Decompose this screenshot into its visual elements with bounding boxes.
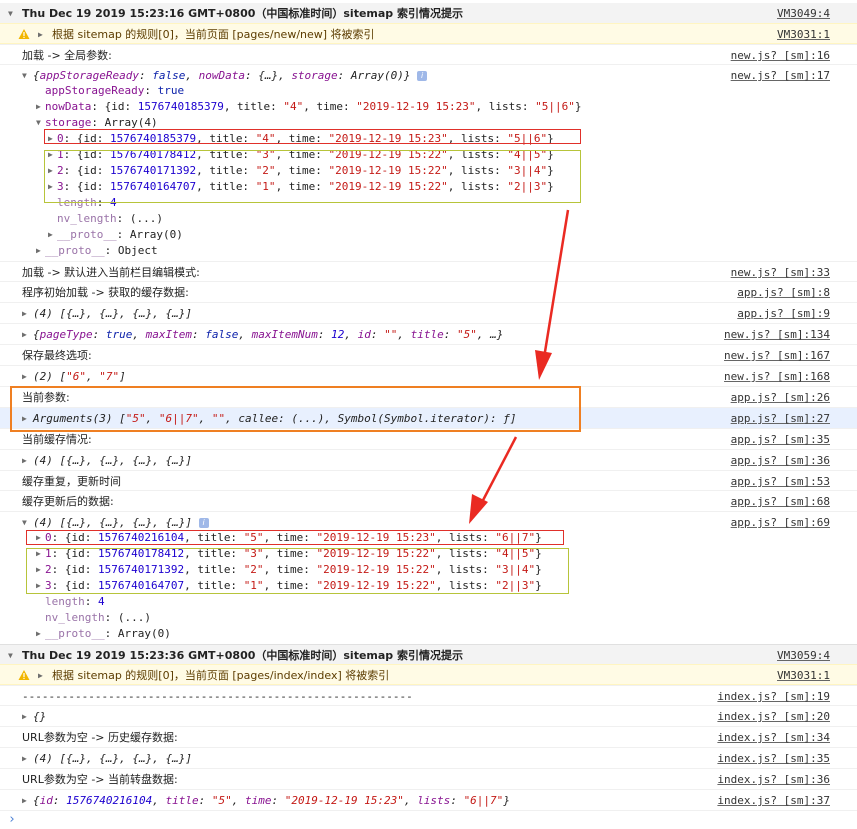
log-line: 加载 -> 全局参数: new.js? [sm]:16 [0, 44, 857, 65]
object-summary[interactable]: ▶ (4) [{…}, {…}, {…}, {…}] index.js? [sm… [0, 747, 857, 768]
log-text: 缓存更新后的数据: [22, 495, 114, 508]
expand-triangle-icon[interactable]: ▶ [22, 450, 27, 471]
log-line: URL参数为空 -> 当前转盘数据: index.js? [sm]:36 [0, 768, 857, 789]
object-summary[interactable]: ▶ (4) [{…}, {…}, {…}, {…}] app.js? [sm]:… [0, 449, 857, 470]
group-title: Thu Dec 19 2019 15:23:16 GMT+0800（中国标准时间… [22, 7, 464, 20]
object-preview: {id: 1576740216104, title: "5", time: "2… [33, 794, 510, 807]
property-row[interactable]: ▶ __proto__: Object [0, 240, 857, 261]
log-text: 保存最终选项: [22, 349, 92, 362]
log-line: 程序初始加载 -> 获取的缓存数据: app.js? [sm]:8 [0, 281, 857, 302]
log-text: URL参数为空 -> 当前转盘数据: [22, 773, 178, 786]
source-link[interactable]: VM3031:1 [777, 665, 830, 686]
source-link[interactable]: new.js? [sm]:168 [724, 366, 830, 387]
group-title: Thu Dec 19 2019 15:23:36 GMT+0800（中国标准时间… [22, 649, 464, 662]
log-text: ----------------------------------------… [22, 690, 413, 703]
log-line: ----------------------------------------… [0, 685, 857, 706]
source-link[interactable]: VM3031:1 [777, 24, 830, 45]
source-link[interactable]: app.js? [sm]:35 [731, 429, 830, 450]
log-text: 当前参数: [22, 391, 70, 404]
object-preview: {} [33, 710, 47, 723]
log-line: 保存最终选项: new.js? [sm]:167 [0, 344, 857, 365]
expand-triangle-icon[interactable]: ▶ [22, 366, 27, 387]
console-warning[interactable]: ▶ 根据 sitemap 的规则[0]，当前页面 [pages/new/new]… [0, 23, 857, 44]
log-text: 缓存重复，更新时间 [22, 475, 121, 488]
object-summary[interactable]: ▶ Arguments(3) ["5", "6||7", "", callee:… [0, 407, 857, 428]
warning-icon [18, 29, 30, 39]
console-group-header[interactable]: ▼ Thu Dec 19 2019 15:23:36 GMT+0800（中国标准… [0, 644, 857, 665]
collapse-triangle-icon[interactable]: ▼ [8, 645, 13, 666]
object-preview: Arguments(3) ["5", "6||7", "", callee: (… [33, 412, 517, 425]
log-line: 当前缓存情况: app.js? [sm]:35 [0, 428, 857, 449]
source-link[interactable]: index.js? [sm]:35 [717, 748, 830, 769]
object-summary[interactable]: ▶ {id: 1576740216104, title: "5", time: … [0, 789, 857, 810]
source-link[interactable]: app.js? [sm]:27 [731, 408, 830, 429]
log-text: URL参数为空 -> 历史缓存数据: [22, 731, 178, 744]
object-preview: (4) [{…}, {…}, {…}, {…}] [33, 752, 192, 765]
source-link[interactable]: app.js? [sm]:68 [731, 491, 830, 512]
warning-icon [18, 670, 30, 680]
console-warning[interactable]: ▶ 根据 sitemap 的规则[0]，当前页面 [pages/index/in… [0, 664, 857, 685]
log-text: 加载 -> 默认进入当前栏目编辑模式: [22, 266, 200, 279]
property-row[interactable]: ▶ __proto__: Array(0) [0, 623, 857, 644]
log-line: 缓存更新后的数据: app.js? [sm]:68 [0, 490, 857, 511]
console-group-header[interactable]: ▼ Thu Dec 19 2019 15:23:16 GMT+0800（中国标准… [0, 3, 857, 24]
object-preview: (4) [{…}, {…}, {…}, {…}] [33, 307, 192, 320]
source-link[interactable]: index.js? [sm]:34 [717, 727, 830, 748]
log-line: 加载 -> 默认进入当前栏目编辑模式: new.js? [sm]:33 [0, 261, 857, 282]
source-link[interactable]: new.js? [sm]:167 [724, 345, 830, 366]
source-link[interactable]: index.js? [sm]:19 [717, 686, 830, 707]
expand-triangle-icon[interactable]: ▶ [22, 408, 27, 429]
log-text: 加载 -> 全局参数: [22, 49, 112, 62]
console-prompt[interactable]: › [0, 810, 857, 829]
expand-triangle-icon[interactable]: ▶ [38, 665, 43, 686]
expand-triangle-icon[interactable]: ▶ [22, 706, 27, 727]
prompt-chevron-icon: › [8, 812, 16, 827]
expand-triangle-icon[interactable]: ▶ [22, 790, 27, 811]
source-link[interactable]: app.js? [sm]:8 [737, 282, 830, 303]
expand-triangle-icon[interactable]: ▶ [36, 623, 41, 644]
warning-text: 根据 sitemap 的规则[0]，当前页面 [pages/new/new] 将… [52, 28, 375, 41]
object-preview: {pageType: true, maxItem: false, maxItem… [33, 328, 504, 341]
source-link[interactable]: new.js? [sm]:134 [724, 324, 830, 345]
object-preview: (2) ["6", "7"] [33, 370, 126, 383]
object-preview: (4) [{…}, {…}, {…}, {…}] [33, 454, 192, 467]
warning-text: 根据 sitemap 的规则[0]，当前页面 [pages/index/inde… [52, 669, 390, 682]
source-link[interactable]: new.js? [sm]:16 [731, 45, 830, 66]
log-text: 程序初始加载 -> 获取的缓存数据: [22, 286, 189, 299]
source-link[interactable]: app.js? [sm]:53 [731, 471, 830, 492]
expand-triangle-icon[interactable]: ▶ [22, 324, 27, 345]
source-link[interactable]: app.js? [sm]:9 [737, 303, 830, 324]
source-link[interactable]: VM3049:4 [777, 3, 830, 24]
log-text: 当前缓存情况: [22, 433, 92, 446]
source-link[interactable]: index.js? [sm]:36 [717, 769, 830, 790]
object-summary[interactable]: ▶ (4) [{…}, {…}, {…}, {…}] app.js? [sm]:… [0, 302, 857, 323]
object-summary[interactable]: ▶ (2) ["6", "7"] new.js? [sm]:168 [0, 365, 857, 386]
source-link[interactable]: new.js? [sm]:33 [731, 262, 830, 283]
source-link[interactable]: app.js? [sm]:36 [731, 450, 830, 471]
expand-triangle-icon[interactable]: ▶ [38, 24, 43, 45]
object-summary[interactable]: ▶ {pageType: true, maxItem: false, maxIt… [0, 323, 857, 344]
log-line: URL参数为空 -> 历史缓存数据: index.js? [sm]:34 [0, 726, 857, 747]
source-link[interactable]: VM3059:4 [777, 645, 830, 666]
expand-triangle-icon[interactable]: ▶ [22, 303, 27, 324]
log-line: 当前参数: app.js? [sm]:26 [0, 386, 857, 407]
expand-triangle-icon[interactable]: ▶ [36, 240, 41, 261]
source-link[interactable]: index.js? [sm]:37 [717, 790, 830, 811]
object-summary[interactable]: ▶ {} index.js? [sm]:20 [0, 705, 857, 726]
source-link[interactable]: app.js? [sm]:26 [731, 387, 830, 408]
expand-triangle-icon[interactable]: ▶ [22, 748, 27, 769]
collapse-triangle-icon[interactable]: ▼ [8, 3, 13, 24]
source-link[interactable]: index.js? [sm]:20 [717, 706, 830, 727]
log-line: 缓存重复，更新时间 app.js? [sm]:53 [0, 470, 857, 491]
